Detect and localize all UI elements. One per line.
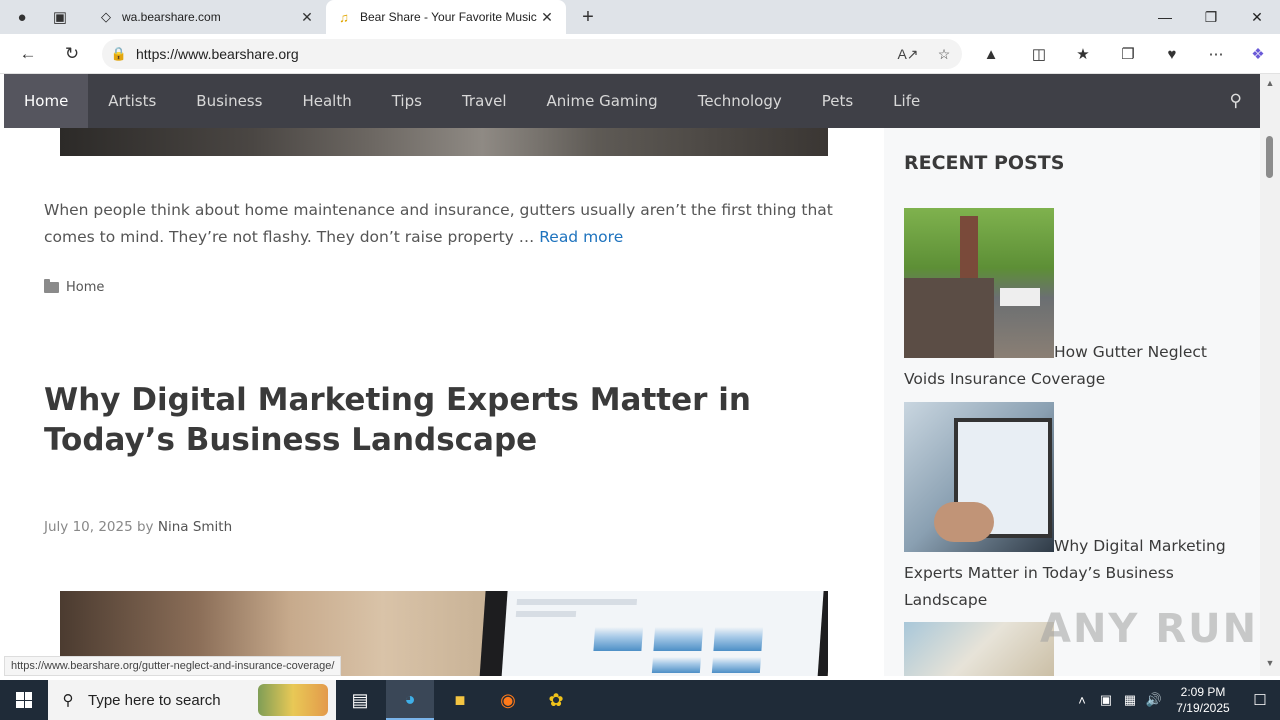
refresh-icon[interactable]: ↻: [56, 38, 88, 70]
system-tray: ˄ ▣ ▦ 🔊 2:09 PM 7/19/2025 ☐: [1070, 680, 1280, 720]
device-icon[interactable]: ▣: [1094, 692, 1118, 708]
nav-item-anime-gaming[interactable]: Anime Gaming: [527, 74, 678, 128]
volume-icon[interactable]: 🔊: [1142, 692, 1166, 708]
headphones-icon: ♫: [339, 9, 349, 25]
post-meta: July 10, 2025 by Nina Smith: [44, 519, 232, 535]
recent-post-thumbnail[interactable]: [904, 622, 1054, 676]
nav-item-technology[interactable]: Technology: [678, 74, 802, 128]
by-label: by: [136, 519, 154, 535]
windows-logo-icon: [16, 692, 32, 708]
recent-posts-heading: RECENT POSTS: [904, 152, 1065, 174]
close-window-icon[interactable]: ✕: [1234, 0, 1280, 34]
more-menu-icon[interactable]: ⋯: [1199, 38, 1233, 70]
tab-title: wa.bearshare.com: [122, 10, 221, 24]
post-author[interactable]: Nina Smith: [158, 519, 232, 535]
scrollbar-thumb[interactable]: [1266, 136, 1273, 178]
scroll-up-arrow-icon[interactable]: ▲: [1260, 78, 1280, 94]
tab-wa-bearshare[interactable]: ◇ wa.bearshare.com ✕: [88, 0, 326, 34]
watermark-logo: ANY RUN: [1040, 606, 1259, 652]
browser-tab-bar: ● ▣ ◇ wa.bearshare.com ✕ ♫ Bear Share - …: [0, 0, 1280, 34]
recent-post-thumbnail[interactable]: [904, 402, 1054, 552]
sidebar: RECENT POSTS How Gutter Neglect Voids In…: [884, 128, 1260, 676]
dashboard-screen: [496, 591, 824, 676]
notification-icon[interactable]: ☐: [1240, 691, 1280, 709]
nav-item-life[interactable]: Life: [873, 74, 940, 128]
firefox-icon[interactable]: ◉: [484, 680, 532, 720]
close-tab-icon[interactable]: ✕: [298, 9, 316, 26]
favorite-star-icon[interactable]: ☆: [926, 46, 962, 63]
windows-taskbar: ⚲ Type here to search ▤ ◕ ■ ◉ ✿ ˄ ▣ ▦ 🔊 …: [0, 680, 1280, 720]
nav-item-health[interactable]: Health: [282, 74, 371, 128]
file-explorer-icon[interactable]: ■: [436, 680, 484, 720]
network-icon[interactable]: ▦: [1118, 692, 1142, 708]
url-text[interactable]: https://www.bearshare.org: [136, 46, 890, 62]
search-placeholder: Type here to search: [88, 691, 221, 709]
restore-icon[interactable]: ❐: [1188, 0, 1234, 34]
tab-bear-share[interactable]: ♫ Bear Share - Your Favorite Music E ✕: [326, 0, 566, 34]
post-category: Home: [44, 279, 104, 295]
nav-item-business[interactable]: Business: [176, 74, 282, 128]
tab-actions-icon[interactable]: ▣: [42, 0, 78, 34]
clock-time: 2:09 PM: [1180, 685, 1226, 699]
category-link[interactable]: Home: [66, 280, 104, 295]
nav-item-artists[interactable]: Artists: [88, 74, 176, 128]
back-arrow-icon[interactable]: ←: [12, 38, 44, 70]
post-date[interactable]: July 10, 2025: [44, 519, 133, 535]
page-icon: ◇: [101, 9, 111, 24]
lock-icon[interactable]: 🔒: [102, 46, 136, 62]
read-more-link[interactable]: Read more: [539, 228, 623, 246]
nav-item-pets[interactable]: Pets: [802, 74, 873, 128]
scroll-down-arrow-icon[interactable]: ▼: [1260, 658, 1280, 674]
start-button[interactable]: [0, 680, 48, 720]
laptop-illustration: [474, 591, 828, 676]
page-scrollbar[interactable]: ▲ ▼: [1260, 74, 1280, 676]
search-icon: ⚲: [62, 692, 74, 709]
profile-icon[interactable]: ●: [4, 0, 40, 34]
task-view-icon[interactable]: ▤: [336, 680, 384, 720]
recent-post-title[interactable]: How Gutter Neglect Voids Insurance Cover…: [904, 343, 1207, 388]
taskbar-search-box[interactable]: ⚲ Type here to search: [48, 680, 336, 720]
extensions-icon[interactable]: ▲: [974, 38, 1008, 70]
collections-icon[interactable]: ❐: [1111, 38, 1145, 70]
address-bar[interactable]: 🔒 https://www.bearshare.org A↗ ☆: [102, 39, 962, 69]
clock-date: 7/19/2025: [1176, 701, 1230, 715]
nav-item-home[interactable]: Home: [4, 74, 89, 128]
recent-post-link[interactable]: Why Digital Marketing Experts Matter in …: [904, 533, 1234, 614]
minimize-icon[interactable]: —: [1142, 0, 1188, 34]
link-status-bar: https://www.bearshare.org/gutter-neglect…: [4, 656, 342, 676]
new-tab-button[interactable]: +: [570, 0, 606, 34]
show-hidden-icons-icon[interactable]: ˄: [1070, 693, 1094, 708]
copilot-icon[interactable]: ❖: [1241, 38, 1275, 70]
app-icon[interactable]: ✿: [532, 680, 580, 720]
search-icon[interactable]: ⚲: [1230, 74, 1242, 128]
recent-post-thumbnail[interactable]: [904, 208, 1054, 358]
close-tab-icon[interactable]: ✕: [538, 9, 556, 26]
folder-icon: [44, 279, 59, 293]
post-title[interactable]: Why Digital Marketing Experts Matter in …: [44, 380, 844, 460]
post-excerpt: When people think about home maintenance…: [44, 197, 844, 251]
edge-browser-icon[interactable]: ◕: [386, 680, 434, 720]
recent-post-title[interactable]: Why Digital Marketing Experts Matter in …: [904, 537, 1226, 609]
tab-title: Bear Share - Your Favorite Music E: [360, 10, 538, 24]
browser-essentials-icon[interactable]: ♥: [1155, 38, 1189, 70]
nav-item-travel[interactable]: Travel: [442, 74, 527, 128]
recent-post-link[interactable]: How Gutter Neglect Voids Insurance Cover…: [904, 339, 1234, 393]
main-content: When people think about home maintenance…: [4, 128, 884, 676]
address-toolbar: ← ↻ 🔒 https://www.bearshare.org A↗ ☆ ▲ ◫…: [0, 34, 1280, 74]
nav-item-tips[interactable]: Tips: [372, 74, 442, 128]
split-screen-icon[interactable]: ◫: [1022, 38, 1056, 70]
favorites-icon[interactable]: ★: [1066, 38, 1100, 70]
search-highlight-illustration: [258, 684, 328, 716]
excerpt-text: When people think about home maintenance…: [44, 201, 833, 246]
web-page: Home Artists Business Health Tips Travel…: [4, 74, 1260, 676]
read-aloud-icon[interactable]: A↗: [890, 46, 926, 63]
main-navigation: Home Artists Business Health Tips Travel…: [4, 74, 1260, 128]
previous-post-image[interactable]: [60, 128, 828, 156]
clock[interactable]: 2:09 PM 7/19/2025: [1166, 684, 1240, 716]
